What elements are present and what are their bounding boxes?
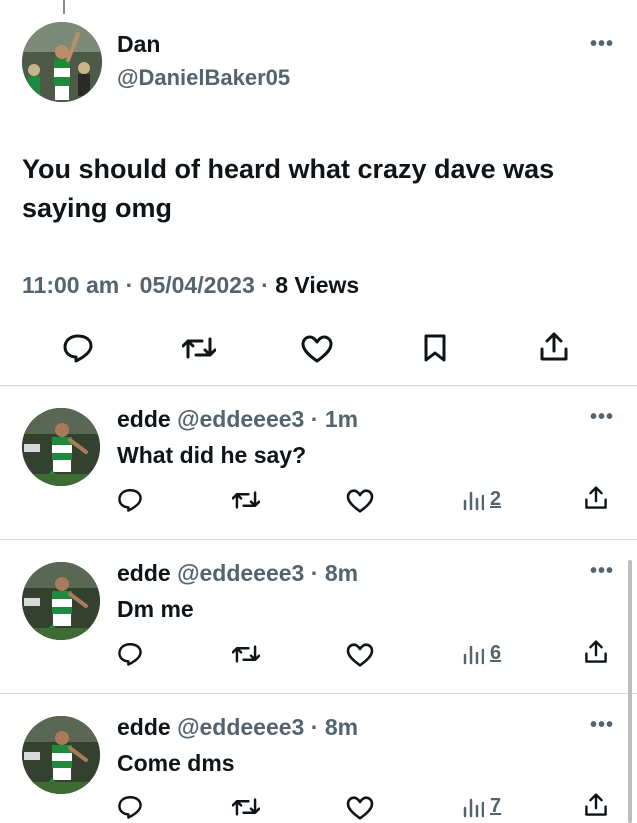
scrollbar[interactable] <box>628 560 632 823</box>
tweet-date: 05/04/2023 <box>139 272 255 298</box>
share-button[interactable] <box>539 331 569 363</box>
retweet-button[interactable] <box>182 333 216 363</box>
reply-button[interactable] <box>117 487 143 513</box>
tweet-meta: 11:00 am · 05/04/2023 · 8 Views <box>22 272 359 299</box>
views-count: 2 <box>490 488 502 510</box>
views-count[interactable]: 8 <box>275 272 288 298</box>
more-icon[interactable]: ••• <box>590 560 614 583</box>
avatar[interactable] <box>22 408 100 486</box>
retweet-button[interactable] <box>232 641 260 667</box>
reply-age[interactable]: 8m <box>325 714 358 740</box>
share-button[interactable] <box>584 485 608 511</box>
author-name[interactable]: edde <box>117 406 171 432</box>
like-button[interactable] <box>346 796 374 820</box>
separator: · <box>310 560 319 586</box>
reply-age[interactable]: 8m <box>325 560 358 586</box>
views-icon <box>463 491 484 510</box>
share-icon <box>585 640 607 663</box>
reply-icon <box>63 334 93 363</box>
separator: · <box>310 406 319 432</box>
tweet-text: You should of heard what crazy dave was … <box>22 154 555 223</box>
retweet-icon <box>232 491 260 509</box>
like-button[interactable] <box>346 489 374 513</box>
reply-tweet: edde @eddeeee3 · 8m ••• Dm me 6 <box>0 540 637 692</box>
author-handle[interactable]: @eddeeee3 <box>177 406 304 432</box>
share-icon <box>540 332 568 361</box>
reply-button[interactable] <box>117 794 143 820</box>
share-icon <box>585 486 607 509</box>
views-label[interactable]: Views <box>294 272 359 298</box>
reply-icon <box>118 796 142 819</box>
author-handle[interactable]: @DanielBaker05 <box>117 65 290 91</box>
author-name[interactable]: Dan <box>117 31 160 58</box>
retweet-button[interactable] <box>232 487 260 513</box>
separator: · <box>310 714 319 740</box>
reply-icon <box>118 489 142 512</box>
like-button[interactable] <box>301 335 333 363</box>
heart-icon <box>346 796 374 820</box>
retweet-icon <box>232 798 260 816</box>
avatar[interactable] <box>22 22 102 102</box>
views-count: 7 <box>490 795 502 817</box>
reply-text: Dm me <box>117 596 194 622</box>
views-icon <box>463 798 484 817</box>
reply-age[interactable]: 1m <box>325 406 358 432</box>
author-handle[interactable]: @eddeeee3 <box>177 714 304 740</box>
heart-icon <box>301 335 333 363</box>
avatar[interactable] <box>22 716 100 794</box>
views-stat[interactable]: 6 <box>462 642 501 665</box>
separator: · <box>125 272 134 298</box>
reply-header: edde @eddeeee3 · 1m <box>117 406 358 433</box>
heart-icon <box>346 643 374 667</box>
share-icon <box>585 793 607 816</box>
tweet-time: 11:00 am <box>22 272 120 298</box>
heart-icon <box>346 489 374 513</box>
bookmark-icon <box>424 334 446 362</box>
like-button[interactable] <box>346 643 374 667</box>
reply-icon <box>118 643 142 666</box>
reply-button[interactable] <box>117 641 143 667</box>
views-stat[interactable]: 7 <box>462 795 501 818</box>
main-tweet: Dan @DanielBaker05 ••• You should of hea… <box>0 0 637 385</box>
avatar[interactable] <box>22 562 100 640</box>
separator: · <box>261 272 269 298</box>
reply-header: edde @eddeeee3 · 8m <box>117 714 358 741</box>
views-icon <box>463 645 484 664</box>
share-button[interactable] <box>584 639 608 665</box>
author-name[interactable]: edde <box>117 560 171 586</box>
more-icon[interactable]: ••• <box>590 406 614 429</box>
views-count: 6 <box>490 642 502 664</box>
reply-tweet: edde @eddeeee3 · 1m ••• What did he say?… <box>0 386 637 538</box>
more-icon[interactable]: ••• <box>590 714 614 737</box>
author-handle[interactable]: @eddeeee3 <box>177 560 304 586</box>
bookmark-button[interactable] <box>423 333 447 363</box>
reply-button[interactable] <box>62 333 94 363</box>
reply-text: What did he say? <box>117 442 307 468</box>
author-name[interactable]: edde <box>117 714 171 740</box>
views-stat[interactable]: 2 <box>462 488 501 511</box>
retweet-icon <box>232 645 260 663</box>
reply-tweet: edde @eddeeee3 · 8m ••• Come dms 7 <box>0 694 637 823</box>
share-button[interactable] <box>584 792 608 818</box>
reply-text: Come dms <box>117 750 235 776</box>
reply-header: edde @eddeeee3 · 8m <box>117 560 358 587</box>
more-icon[interactable]: ••• <box>590 33 614 56</box>
retweet-button[interactable] <box>232 794 260 820</box>
retweet-icon <box>182 337 216 359</box>
